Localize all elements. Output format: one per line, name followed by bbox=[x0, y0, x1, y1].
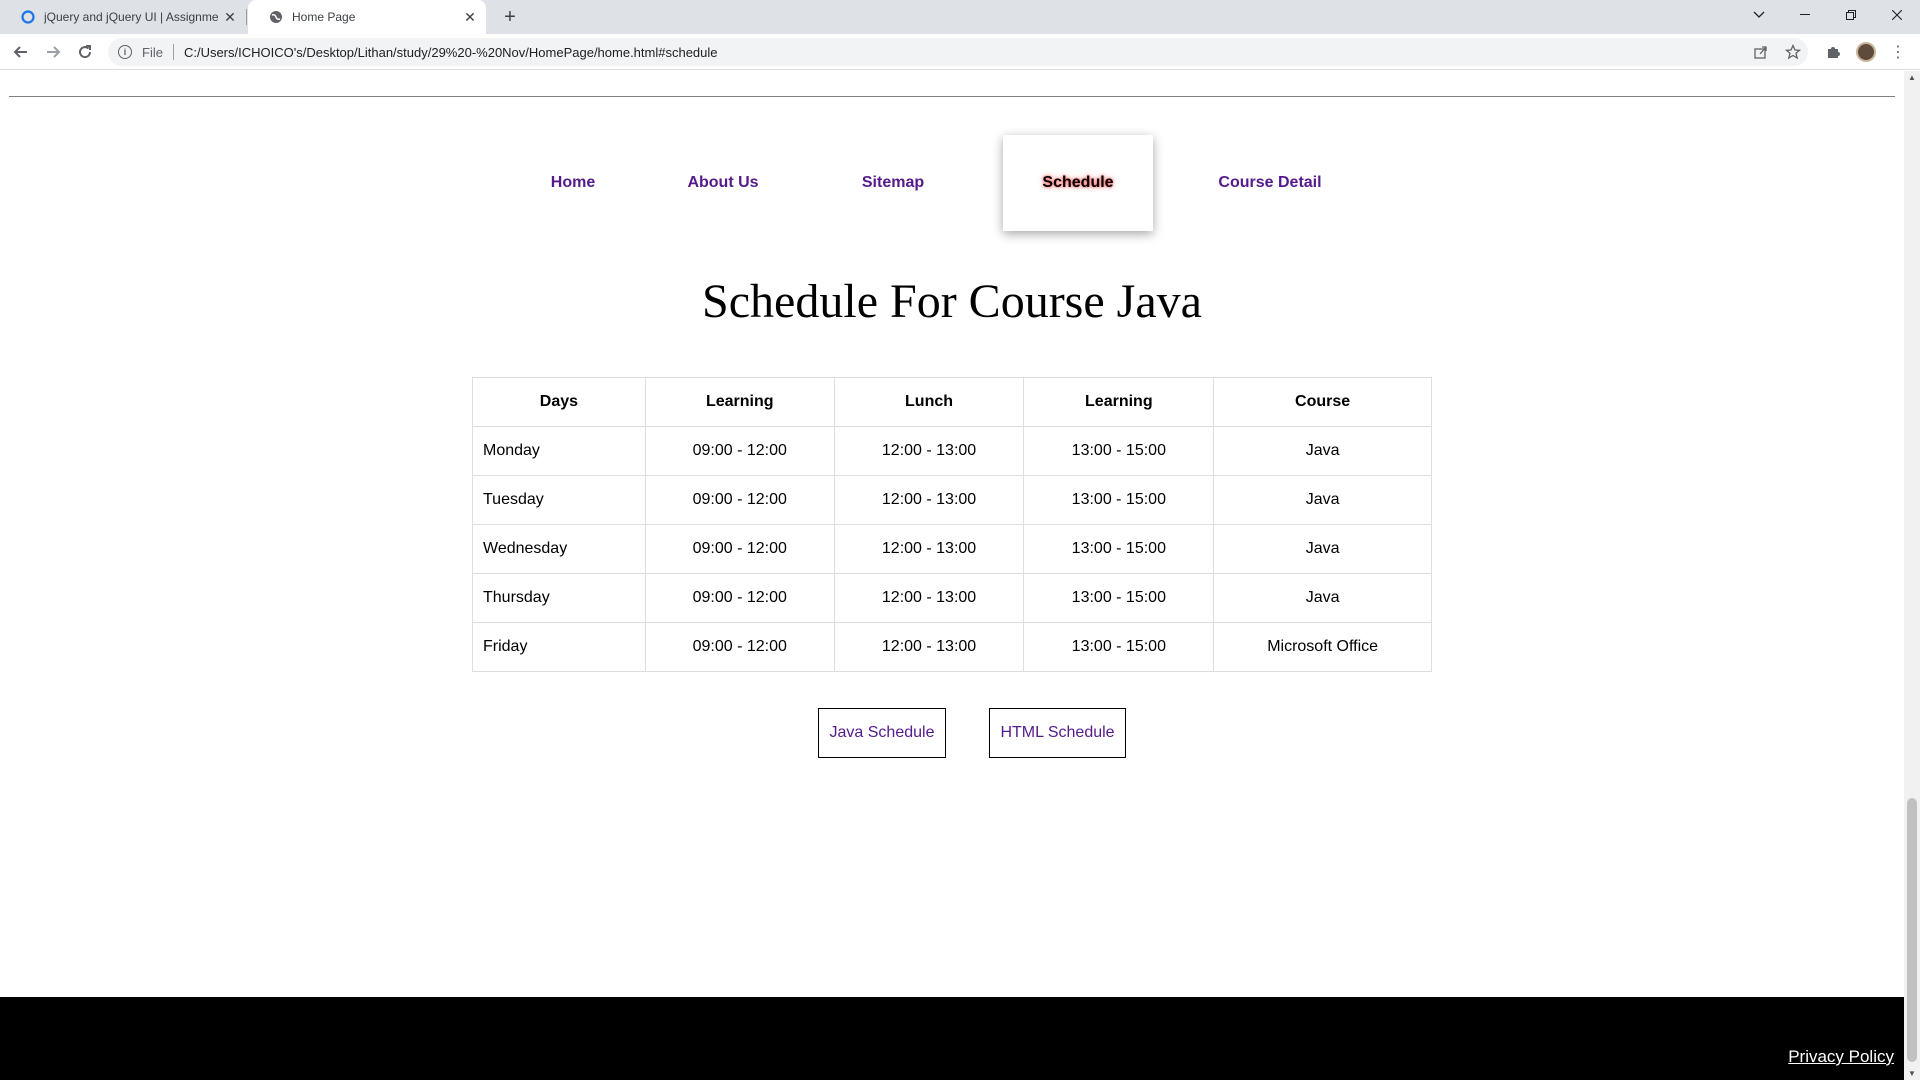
cell-day: Monday bbox=[472, 426, 646, 476]
tab-divider bbox=[246, 9, 247, 25]
cell-learning-morning: 09:00 - 12:00 bbox=[644, 426, 835, 476]
extensions-puzzle-icon[interactable] bbox=[1824, 42, 1844, 62]
browser-tab-jquery[interactable]: jQuery and jQuery UI | Assignme ✕ bbox=[0, 0, 246, 34]
cell-learning-afternoon: 13:00 - 15:00 bbox=[1023, 524, 1215, 574]
cell-lunch: 12:00 - 13:00 bbox=[833, 475, 1025, 525]
forward-arrow-icon[interactable] bbox=[40, 39, 66, 65]
back-arrow-icon[interactable] bbox=[8, 39, 34, 65]
globe-icon bbox=[268, 9, 284, 25]
minimize-icon[interactable] bbox=[1782, 0, 1828, 30]
nav-schedule-active[interactable]: Schedule bbox=[1003, 135, 1153, 231]
close-tab-icon[interactable]: ✕ bbox=[462, 9, 478, 25]
close-window-icon[interactable] bbox=[1874, 0, 1920, 30]
page-title: Schedule For Course Java bbox=[702, 275, 1202, 328]
header-course: Course bbox=[1213, 377, 1432, 427]
top-horizontal-rule bbox=[9, 96, 1895, 97]
table-row: Thursday 09:00 - 12:00 12:00 - 13:00 13:… bbox=[472, 573, 1432, 623]
cell-course: Java bbox=[1213, 524, 1432, 574]
nav-course-detail[interactable]: Course Detail bbox=[1200, 135, 1340, 231]
cell-learning-morning: 09:00 - 12:00 bbox=[644, 524, 835, 574]
browser-tab-home[interactable]: Home Page ✕ bbox=[248, 0, 486, 34]
cell-day: Thursday bbox=[472, 573, 646, 623]
close-tab-icon[interactable]: ✕ bbox=[222, 9, 238, 25]
url-text[interactable]: C:/Users/ICHOICO's/Desktop/Lithan/study/… bbox=[184, 45, 718, 60]
schedule-table: Days Learning Lunch Learning Course Mond… bbox=[472, 377, 1432, 672]
cell-course: Microsoft Office bbox=[1213, 622, 1432, 672]
circle-o-icon bbox=[20, 9, 36, 25]
cell-lunch: 12:00 - 13:00 bbox=[833, 426, 1025, 476]
java-schedule-button[interactable]: Java Schedule bbox=[818, 708, 946, 758]
tab-search-chevron-icon[interactable] bbox=[1736, 0, 1782, 30]
cell-lunch: 12:00 - 13:00 bbox=[833, 573, 1025, 623]
html-schedule-button[interactable]: HTML Schedule bbox=[989, 708, 1126, 758]
header-lunch: Lunch bbox=[833, 377, 1025, 427]
page-viewport: Home About Us Sitemap Schedule Course De… bbox=[0, 71, 1904, 1080]
table-row: Wednesday 09:00 - 12:00 12:00 - 13:00 13… bbox=[472, 524, 1432, 574]
header-days: Days bbox=[472, 377, 646, 427]
omnibox-divider bbox=[172, 44, 174, 60]
cell-course: Java bbox=[1213, 426, 1432, 476]
new-tab-plus-icon[interactable]: + bbox=[498, 5, 522, 29]
header-learning-afternoon: Learning bbox=[1023, 377, 1215, 427]
restore-icon[interactable] bbox=[1828, 0, 1874, 30]
cell-course: Java bbox=[1213, 573, 1432, 623]
table-row: Monday 09:00 - 12:00 12:00 - 13:00 13:00… bbox=[472, 426, 1432, 476]
table-header-row: Days Learning Lunch Learning Course bbox=[472, 377, 1432, 427]
bookmark-star-icon[interactable] bbox=[1783, 42, 1803, 62]
browser-tab-strip: jQuery and jQuery UI | Assignme ✕ Home P… bbox=[0, 0, 1920, 34]
cell-lunch: 12:00 - 13:00 bbox=[833, 622, 1025, 672]
vertical-scrollbar[interactable]: ▲ ▼ bbox=[1904, 71, 1920, 1080]
cell-day: Friday bbox=[472, 622, 646, 672]
more-menu-icon[interactable]: ⋮ bbox=[1890, 42, 1906, 62]
scroll-down-arrow-icon[interactable]: ▼ bbox=[1908, 1069, 1916, 1078]
nav-about-us[interactable]: About Us bbox=[660, 135, 786, 231]
cell-learning-afternoon: 13:00 - 15:00 bbox=[1023, 622, 1215, 672]
cell-learning-morning: 09:00 - 12:00 bbox=[644, 622, 835, 672]
cell-learning-afternoon: 13:00 - 15:00 bbox=[1023, 573, 1215, 623]
tab-title: jQuery and jQuery UI | Assignme bbox=[44, 10, 219, 24]
privacy-policy-link[interactable]: Privacy Policy bbox=[1788, 1047, 1894, 1067]
scheme-label: File bbox=[142, 44, 163, 60]
table-row: Friday 09:00 - 12:00 12:00 - 13:00 13:00… bbox=[472, 622, 1432, 672]
profile-avatar[interactable] bbox=[1856, 42, 1876, 62]
share-icon[interactable] bbox=[1751, 42, 1771, 62]
table-row: Tuesday 09:00 - 12:00 12:00 - 13:00 13:0… bbox=[472, 475, 1432, 525]
nav-sitemap[interactable]: Sitemap bbox=[830, 135, 956, 231]
cell-learning-morning: 09:00 - 12:00 bbox=[644, 573, 835, 623]
cell-day: Wednesday bbox=[472, 524, 646, 574]
header-learning-morning: Learning bbox=[644, 377, 835, 427]
tab-title: Home Page bbox=[292, 10, 356, 24]
page-footer: Privacy Policy bbox=[0, 997, 1904, 1080]
cell-course: Java bbox=[1213, 475, 1432, 525]
address-bar[interactable]: i File C:/Users/ICHOICO's/Desktop/Lithan… bbox=[108, 38, 1808, 66]
scroll-up-arrow-icon[interactable]: ▲ bbox=[1908, 73, 1916, 82]
cell-lunch: 12:00 - 13:00 bbox=[833, 524, 1025, 574]
cell-learning-morning: 09:00 - 12:00 bbox=[644, 475, 835, 525]
cell-learning-afternoon: 13:00 - 15:00 bbox=[1023, 426, 1215, 476]
cell-day: Tuesday bbox=[472, 475, 646, 525]
reload-icon[interactable] bbox=[72, 39, 98, 65]
browser-toolbar: i File C:/Users/ICHOICO's/Desktop/Lithan… bbox=[0, 34, 1920, 70]
info-icon[interactable]: i bbox=[118, 45, 132, 59]
cell-learning-afternoon: 13:00 - 15:00 bbox=[1023, 475, 1215, 525]
nav-home[interactable]: Home bbox=[510, 135, 636, 231]
scrollbar-thumb[interactable] bbox=[1907, 798, 1917, 1062]
